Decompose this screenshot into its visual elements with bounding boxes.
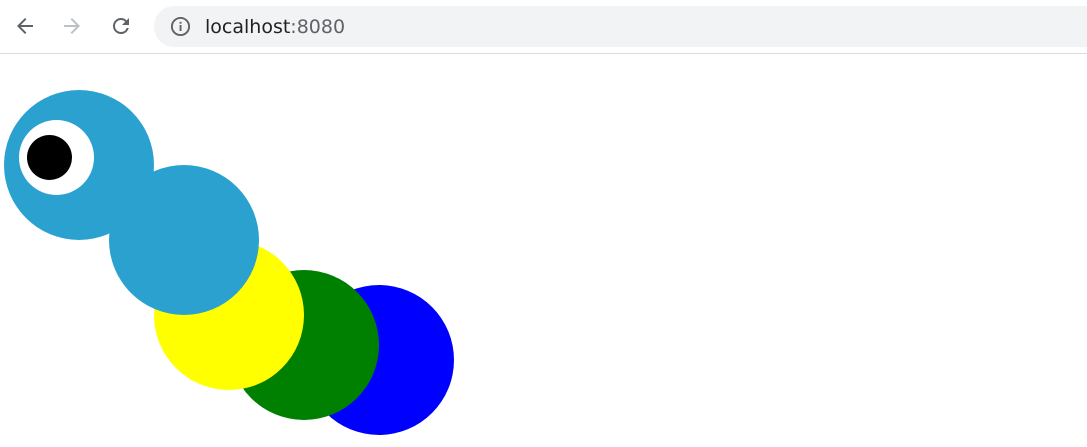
forward-button[interactable] (56, 10, 88, 42)
url-port: :8080 (290, 16, 346, 38)
info-icon[interactable] (170, 16, 191, 37)
reload-button[interactable] (105, 10, 137, 42)
arrow-left-icon (13, 14, 37, 38)
url-host: localhost (205, 16, 291, 38)
back-button[interactable] (9, 10, 41, 42)
address-bar[interactable]: localhost:8080 (154, 6, 1087, 47)
caterpillar-pupil (27, 135, 72, 180)
arrow-right-icon (60, 14, 84, 38)
url-text[interactable]: localhost:8080 (205, 15, 345, 39)
page-content (0, 55, 1087, 447)
reload-icon (109, 14, 133, 38)
browser-toolbar: localhost:8080 (0, 0, 1087, 54)
